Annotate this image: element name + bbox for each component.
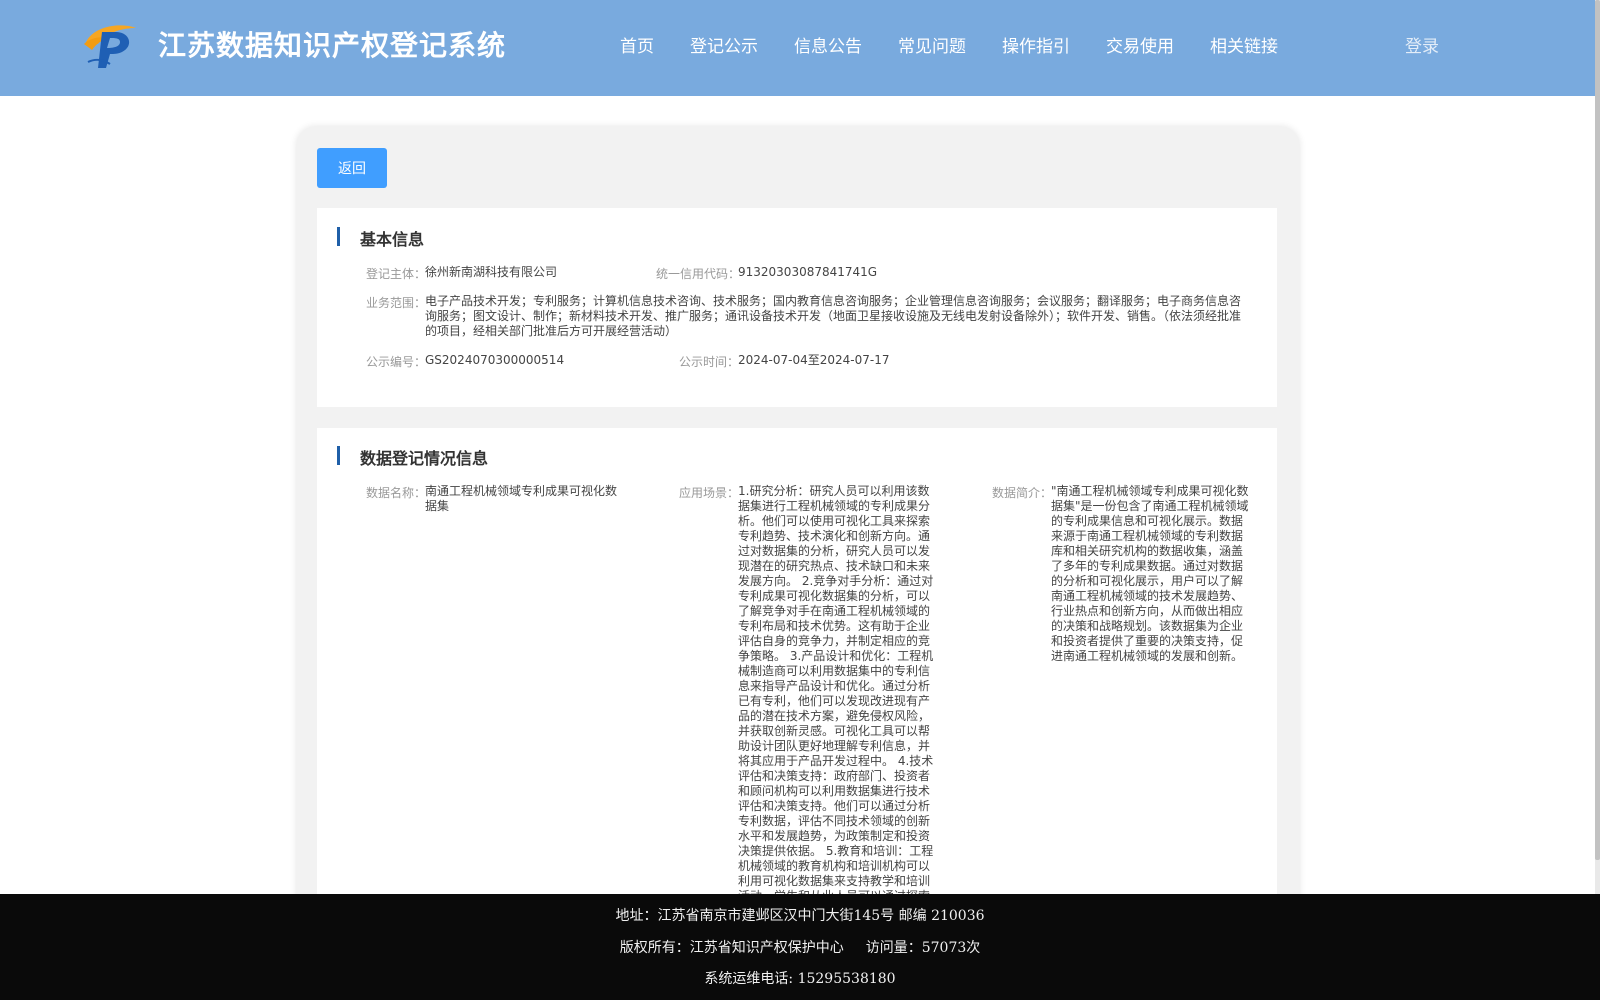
section-marker: [337, 227, 340, 246]
intro-label: 数据简介：: [992, 486, 1053, 500]
intro-value: "南通工程机械领域专利成果可视化数据集"是一份包含了南通工程机械领域的专利成果信…: [1051, 484, 1249, 663]
notice-time-value: 2024-07-04至2024-07-17: [738, 353, 890, 367]
site-logo-icon[interactable]: [80, 20, 140, 72]
back-button[interactable]: 返回: [317, 148, 387, 188]
footer-phone: 系统运维电话: 15295538180: [704, 971, 896, 987]
scrollbar-thumb[interactable]: [1595, 0, 1600, 860]
notice-no-value: GS2024070300000514: [425, 353, 565, 367]
detail-card: 返回 基本信息 登记主体： 徐州新南湖科技有限公司 统一信用代码： 913203…: [297, 127, 1299, 948]
basic-info-panel: 基本信息 登记主体： 徐州新南湖科技有限公司 统一信用代码： 913203030…: [317, 208, 1277, 407]
basic-info-title: 基本信息: [360, 230, 425, 249]
data-name-label: 数据名称：: [366, 486, 427, 500]
login-link[interactable]: 登录: [1405, 0, 1439, 94]
nav-faq[interactable]: 常见问题: [898, 0, 966, 96]
nav-trading[interactable]: 交易使用: [1106, 0, 1174, 96]
notice-time-label: 公示时间：: [679, 355, 740, 369]
nav-registration-notice[interactable]: 登记公示: [690, 0, 758, 96]
site-footer: 地址：江苏省南京市建邺区汉中门大街145号 邮编 210036 版权所有：江苏省…: [0, 894, 1600, 1000]
nav-links[interactable]: 相关链接: [1210, 0, 1278, 96]
footer-address: 地址：江苏省南京市建邺区汉中门大街145号 邮编 210036: [615, 908, 985, 924]
site-header: 江苏数据知识产权登记系统 首页 登记公示 信息公告 常见问题 操作指引 交易使用…: [0, 0, 1595, 96]
nav-guide[interactable]: 操作指引: [1002, 0, 1070, 96]
credit-code-label: 统一信用代码：: [656, 267, 741, 281]
scene-value: 1.研究分析：研究人员可以利用该数据集进行工程机械领域的专利成果分析。他们可以使…: [738, 484, 934, 903]
nav-announcements[interactable]: 信息公告: [794, 0, 862, 96]
footer-copyright-line: 版权所有：江苏省知识产权保护中心 访问量：57073次: [0, 937, 1600, 957]
scope-value: 电子产品技术开发；专利服务；计算机信息技术咨询、技术服务；国内教育信息咨询服务；…: [425, 294, 1242, 338]
subject-label: 登记主体：: [366, 267, 427, 281]
page-scrollbar[interactable]: [1595, 0, 1600, 1000]
footer-copyright: 版权所有：江苏省知识产权保护中心: [619, 940, 844, 956]
data-name-value: 南通工程机械领域专利成果可视化数据集: [425, 484, 618, 513]
subject-value: 徐州新南湖科技有限公司: [425, 265, 558, 279]
footer-visits: 访问量：57073次: [865, 940, 981, 956]
main-nav: 首页 登记公示 信息公告 常见问题 操作指引 交易使用 相关链接: [620, 0, 1314, 96]
site-title[interactable]: 江苏数据知识产权登记系统: [158, 24, 506, 64]
data-info-title: 数据登记情况信息: [360, 449, 489, 468]
notice-no-label: 公示编号：: [366, 355, 427, 369]
nav-home[interactable]: 首页: [620, 0, 654, 96]
scope-label: 业务范围：: [366, 296, 427, 310]
scene-label: 应用场景：: [679, 486, 740, 500]
credit-code-value: 91320303087841741G: [738, 265, 878, 279]
data-info-panel: 数据登记情况信息 数据名称： 南通工程机械领域专利成果可视化数据集 应用场景： …: [317, 428, 1277, 948]
section-marker: [337, 446, 340, 465]
